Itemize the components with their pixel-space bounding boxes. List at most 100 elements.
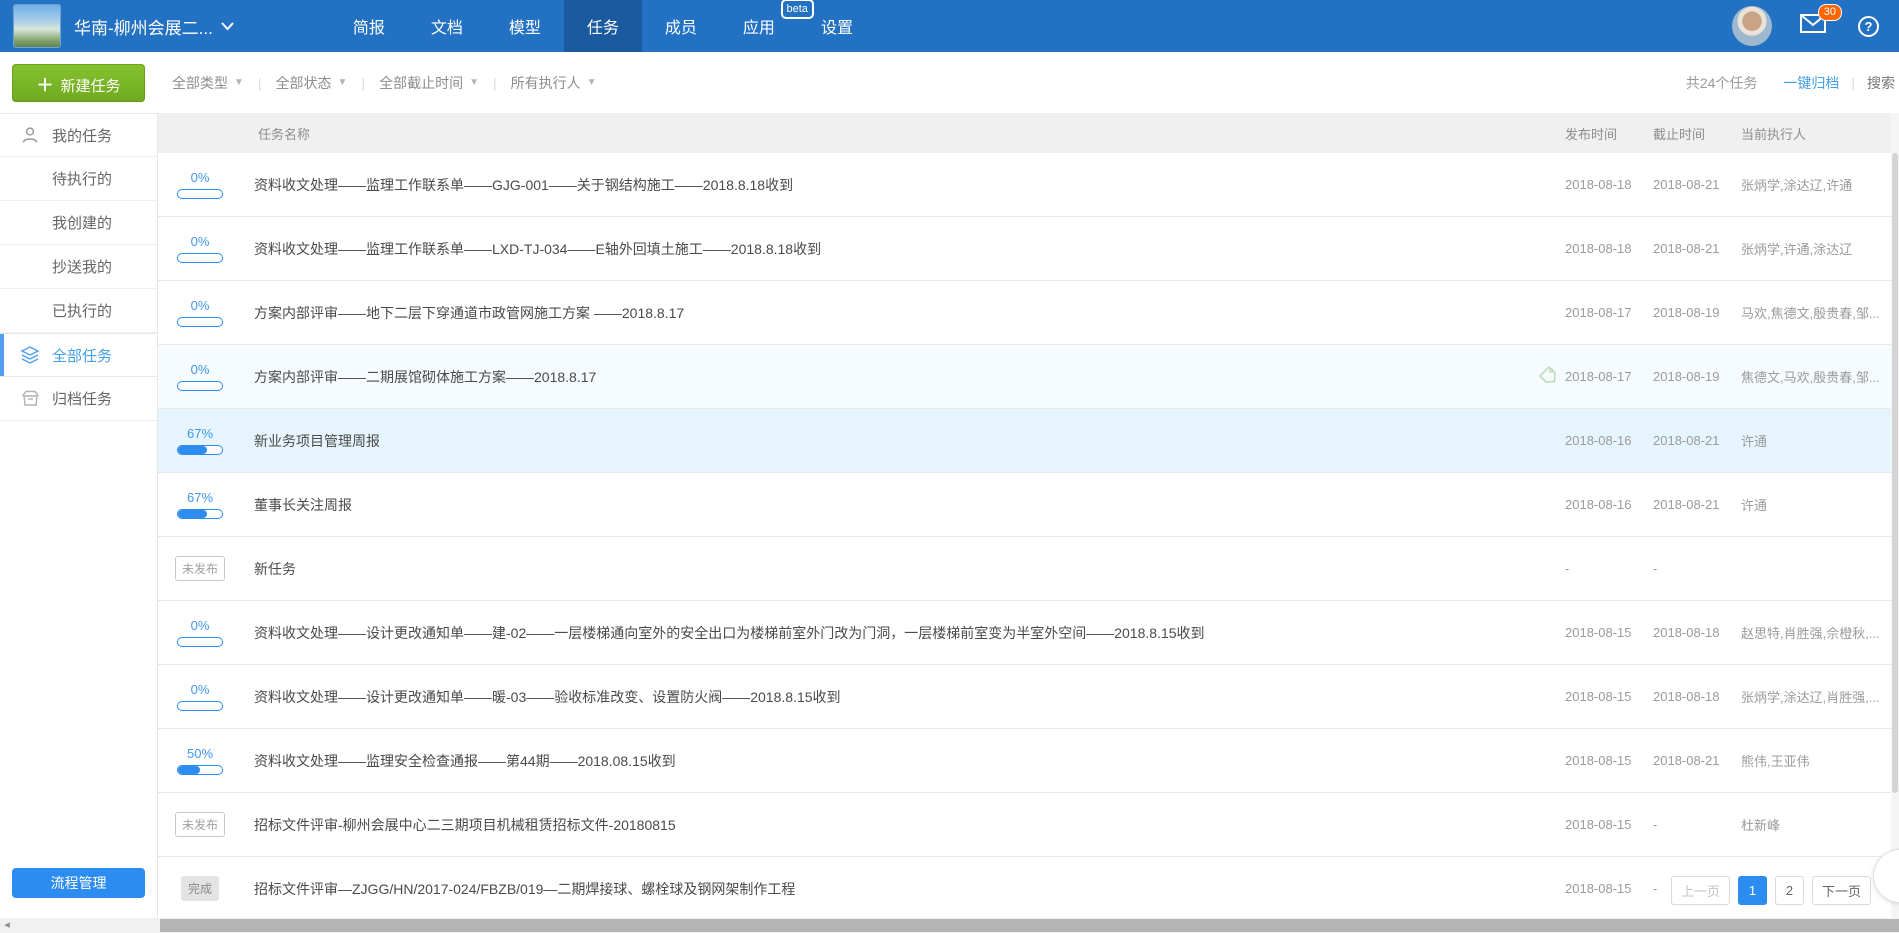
task-name[interactable]: 招标文件评审-柳州会展中心二三期项目机械租赁招标文件-20180815 — [254, 815, 1529, 835]
task-progress: 67% — [172, 490, 228, 519]
progress-bar — [177, 445, 223, 455]
table-row[interactable]: 0% 资料收文处理——设计更改通知单——建-02——一层楼梯通向室外的安全出口为… — [158, 601, 1891, 665]
current-executor: 熊伟,王亚伟 — [1741, 751, 1891, 770]
one-click-archive-link[interactable]: 一键归档 — [1783, 73, 1839, 93]
nav-tab-settings[interactable]: 设置 — [798, 0, 876, 52]
chevron-down-icon — [221, 22, 234, 31]
task-name[interactable]: 资料收文处理——设计更改通知单——建-02——一层楼梯通向室外的安全出口为楼梯前… — [254, 623, 1529, 643]
horizontal-scrollbar-thumb[interactable] — [160, 919, 1899, 932]
publish-date: 2018-08-16 — [1565, 497, 1653, 512]
sidebar-item-label: 归档任务 — [52, 388, 112, 409]
table-row[interactable]: 完成 招标文件评审—ZJGG/HN/2017-024/FBZB/019—二期焊接… — [158, 857, 1891, 918]
progress-percent-label: 67% — [177, 490, 223, 505]
task-summary: 共24个任务 一键归档 | 搜索 — [1686, 52, 1895, 113]
new-task-button[interactable]: ＋新建任务 — [12, 64, 145, 102]
filter-type[interactable]: 全部类型▼ — [172, 73, 244, 93]
table-row[interactable]: 67% 董事长关注周报 2018-08-16 2018-08-21 许通 — [158, 473, 1891, 537]
current-executor: 马欢,焦德文,殷贵春,邹... — [1741, 303, 1891, 322]
sidebar-item-my-tasks[interactable]: 我的任务 — [0, 113, 157, 157]
tag-cell — [1529, 492, 1565, 518]
nav-tab-tasks[interactable]: 任务 — [564, 0, 642, 52]
search-link[interactable]: 搜索 — [1867, 73, 1895, 93]
pagination: 上一页 1 2 下一页 — [1671, 876, 1871, 905]
user-avatar[interactable] — [1732, 6, 1772, 46]
task-name[interactable]: 资料收文处理——监理工作联系单——GJG-001——关于钢结构施工——2018.… — [254, 175, 1529, 195]
table-row[interactable]: 0% 方案内部评审——地下二层下穿通道市政管网施工方案 ——2018.8.17 … — [158, 281, 1891, 345]
tag-icon — [1537, 364, 1558, 390]
task-progress: 0% — [172, 362, 228, 391]
nav-tab-models[interactable]: 模型 — [486, 0, 564, 52]
publish-date: 2018-08-17 — [1565, 369, 1653, 384]
process-management-button[interactable]: 流程管理 — [12, 868, 145, 898]
current-executor: 许通 — [1741, 495, 1891, 514]
messages-button[interactable]: 30 — [1800, 14, 1826, 38]
topbar: 华南-柳州会展二... 简报 文档 模型 任务 成员 应用 beta 设置 30 — [0, 0, 1899, 52]
table-row[interactable]: 0% 方案内部评审——二期展馆砌体施工方案——2018.8.17 2018-08… — [158, 345, 1891, 409]
due-date: 2018-08-18 — [1653, 625, 1741, 640]
nav-tab-documents[interactable]: 文档 — [408, 0, 486, 52]
table-row[interactable]: 未发布 新任务 - - — [158, 537, 1891, 601]
table-row[interactable]: 0% 资料收文处理——监理工作联系单——GJG-001——关于钢结构施工——20… — [158, 153, 1891, 217]
current-executor: 张炳学,涂达辽,肖胜强,... — [1741, 687, 1891, 706]
sidebar-item-created-by-me[interactable]: 我创建的 — [0, 201, 157, 245]
table-row[interactable]: 0% 资料收文处理——监理工作联系单——LXD-TJ-034——E轴外回填土施工… — [158, 217, 1891, 281]
table-row[interactable]: 0% 资料收文处理——设计更改通知单——暖-03——验收标准改变、设置防火阀——… — [158, 665, 1891, 729]
plus-icon: ＋ — [36, 76, 53, 95]
table-header: 任务名称 发布时间 截止时间 当前执行人 — [158, 113, 1891, 153]
publish-date: 2018-08-16 — [1565, 433, 1653, 448]
task-name[interactable]: 董事长关注周报 — [254, 495, 1529, 515]
due-date: - — [1653, 817, 1741, 832]
filter-type-label: 全部类型 — [172, 73, 228, 93]
status-badge: 完成 — [181, 876, 219, 901]
filter-deadline[interactable]: 全部截止时间▼ — [379, 73, 479, 93]
filter-status[interactable]: 全部状态▼ — [276, 73, 348, 93]
horizontal-scrollbar[interactable]: ◂ — [0, 918, 1899, 933]
sidebar-item-archived-tasks[interactable]: 归档任务 — [0, 377, 157, 421]
task-name[interactable]: 新业务项目管理周报 — [254, 431, 1529, 451]
page-button-1[interactable]: 1 — [1738, 876, 1767, 905]
help-icon[interactable]: ? — [1858, 16, 1879, 37]
table-row[interactable]: 未发布 招标文件评审-柳州会展中心二三期项目机械租赁招标文件-20180815 … — [158, 793, 1891, 857]
tag-cell — [1529, 364, 1565, 390]
nav-tab-briefing[interactable]: 简报 — [330, 0, 408, 52]
task-name[interactable]: 招标文件评审—ZJGG/HN/2017-024/FBZB/019—二期焊接球、螺… — [254, 879, 1529, 899]
due-date: - — [1653, 561, 1741, 576]
caret-down-icon: ▼ — [338, 77, 348, 88]
sidebar-item-cc-to-me[interactable]: 抄送我的 — [0, 245, 157, 289]
task-name[interactable]: 资料收文处理——监理安全检查通报——第44期——2018.08.15收到 — [254, 751, 1529, 771]
filter-executor[interactable]: 所有执行人▼ — [511, 73, 597, 93]
status-badge: 未发布 — [175, 812, 225, 837]
table-row[interactable]: 67% 新业务项目管理周报 2018-08-16 2018-08-21 许通 — [158, 409, 1891, 473]
progress-percent-label: 0% — [177, 618, 223, 633]
task-name[interactable]: 新任务 — [254, 559, 1529, 579]
project-switcher[interactable]: 华南-柳州会展二... — [74, 14, 234, 39]
task-progress: 67% — [172, 426, 228, 455]
page-button-2[interactable]: 2 — [1775, 876, 1804, 905]
task-name[interactable]: 资料收文处理——设计更改通知单——暖-03——验收标准改变、设置防火阀——201… — [254, 687, 1529, 707]
sidebar-item-all-tasks[interactable]: 全部任务 — [0, 333, 157, 377]
task-name[interactable]: 方案内部评审——二期展馆砌体施工方案——2018.8.17 — [254, 367, 1529, 387]
tag-cell — [1529, 428, 1565, 454]
sidebar-item-pending[interactable]: 待执行的 — [0, 157, 157, 201]
vertical-scrollbar-thumb[interactable] — [1892, 153, 1898, 793]
task-name[interactable]: 方案内部评审——地下二层下穿通道市政管网施工方案 ——2018.8.17 — [254, 303, 1529, 323]
tag-cell — [1529, 684, 1565, 710]
task-name[interactable]: 资料收文处理——监理工作联系单——LXD-TJ-034——E轴外回填土施工——2… — [254, 239, 1529, 259]
due-date: 2018-08-21 — [1653, 241, 1741, 256]
next-page-button[interactable]: 下一页 — [1812, 876, 1871, 905]
due-date: 2018-08-18 — [1653, 689, 1741, 704]
column-header-name: 任务名称 — [158, 124, 1565, 143]
prev-page-button[interactable]: 上一页 — [1671, 876, 1730, 905]
publish-date: 2018-08-15 — [1565, 881, 1653, 896]
main-nav: 简报 文档 模型 任务 成员 应用 beta 设置 — [330, 0, 876, 52]
sidebar-item-executed[interactable]: 已执行的 — [0, 289, 157, 333]
progress-percent-label: 0% — [177, 234, 223, 249]
table-row[interactable]: 50% 资料收文处理——监理安全检查通报——第44期——2018.08.15收到… — [158, 729, 1891, 793]
tag-cell — [1529, 812, 1565, 838]
task-count: 共24个任务 — [1686, 73, 1758, 93]
nav-tab-members[interactable]: 成员 — [642, 0, 720, 52]
filters: 全部类型▼ | 全部状态▼ | 全部截止时间▼ | 所有执行人▼ — [172, 52, 597, 113]
nav-tab-apps[interactable]: 应用 beta — [720, 0, 798, 52]
vertical-scrollbar[interactable] — [1891, 113, 1899, 918]
scroll-left-arrow-icon[interactable]: ◂ — [0, 918, 14, 933]
